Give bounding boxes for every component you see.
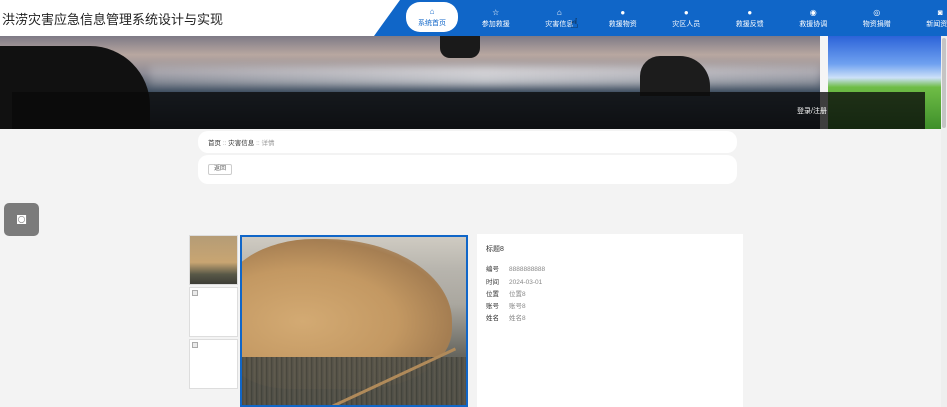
detail-row: 姓名 姓名8 bbox=[486, 312, 526, 322]
breadcrumb: 首页 :: 灾害信息 :: 详情 bbox=[198, 131, 737, 153]
banner-overlay-bar bbox=[12, 92, 925, 129]
detail-panel: 标题8 编号 8888888888 时间 2024-03-01 位置 位置8 账号 账号… bbox=[477, 234, 743, 407]
breadcrumb-home[interactable]: 首页 bbox=[208, 140, 221, 147]
nav-item-rescue-feedback[interactable]: ● 救援反馈 bbox=[718, 0, 782, 36]
nav-item-news[interactable]: ◙ 新闻资讯 bbox=[909, 0, 947, 36]
detail-value: 8888888888 bbox=[509, 266, 546, 273]
detail-label: 账号 bbox=[486, 303, 499, 310]
nav-item-label: 物资捐赠 bbox=[862, 20, 891, 28]
nav-item-label: 救援反馈 bbox=[735, 20, 764, 28]
thumbnail-list bbox=[189, 235, 238, 391]
detail-title: 标题8 bbox=[486, 246, 504, 253]
detail-row: 编号 8888888888 bbox=[486, 263, 545, 273]
nav-item-label: 新闻资讯 bbox=[926, 20, 947, 28]
thumbnail-image[interactable] bbox=[189, 339, 238, 389]
thumbnail-image[interactable] bbox=[189, 235, 238, 285]
detail-row: 账号 账号8 bbox=[486, 300, 526, 310]
nav-item-relief-supplies[interactable]: ● 救援物资 bbox=[591, 0, 655, 36]
breadcrumb-current: 详情 bbox=[261, 140, 275, 147]
nav-item-rescue-coordination[interactable]: ◉ 救援协调 bbox=[782, 0, 846, 36]
detail-value: 位置8 bbox=[509, 291, 526, 298]
nav-item-label: 参加救援 bbox=[481, 20, 510, 28]
main-preview-image bbox=[240, 235, 468, 407]
circle-icon: ● bbox=[683, 7, 689, 17]
detail-label: 编号 bbox=[486, 266, 499, 273]
action-bar: 返回 bbox=[198, 155, 737, 184]
thumbnail-image[interactable] bbox=[189, 287, 238, 337]
city-ground bbox=[242, 357, 466, 405]
circle-icon: ● bbox=[747, 7, 753, 17]
nav-item-label: 系统首页 bbox=[418, 19, 446, 27]
news-icon: ◙ bbox=[937, 7, 943, 17]
target-icon: ◉ bbox=[809, 7, 817, 17]
scrollbar-thumb[interactable] bbox=[942, 38, 946, 128]
star-icon: ☆ bbox=[492, 7, 500, 17]
banner-wave bbox=[150, 66, 820, 86]
home-icon: ⌂ bbox=[429, 6, 435, 16]
broken-image-icon bbox=[192, 290, 198, 296]
ring-icon: ◎ bbox=[873, 7, 881, 17]
detail-value: 账号8 bbox=[509, 303, 526, 310]
nav-item-join-rescue[interactable]: ☆ 参加救援 bbox=[464, 0, 528, 36]
screenshot-camera-button[interactable]: ◙ bbox=[4, 203, 39, 236]
nav-item-disaster-info[interactable]: ⌂ 灾害信息 bbox=[528, 0, 592, 36]
house-icon: ⌂ bbox=[556, 7, 562, 17]
detail-value: 姓名8 bbox=[509, 315, 526, 322]
detail-value: 2024-03-01 bbox=[509, 279, 543, 286]
circle-icon: ● bbox=[620, 7, 626, 17]
page-scrollbar[interactable] bbox=[941, 36, 947, 407]
detail-row: 时间 2024-03-01 bbox=[486, 276, 542, 286]
breadcrumb-separator: :: bbox=[222, 140, 227, 147]
breadcrumb-separator: :: bbox=[256, 140, 260, 147]
breadcrumb-section[interactable]: 灾害信息 bbox=[228, 140, 254, 147]
site-title: 洪涝灾害应急信息管理系统设计与实现 bbox=[2, 12, 224, 27]
nav-item-label: 救援物资 bbox=[608, 20, 637, 28]
nav-item-label: 救援协调 bbox=[799, 20, 828, 28]
nav-item-affected-people[interactable]: ● 灾区人员 bbox=[655, 0, 719, 36]
login-register-link[interactable]: 登录/注册 bbox=[797, 106, 827, 116]
main-nav: ⌂ 系统首页 ☆ 参加救援 ⌂ 灾害信息 ● 救援物资 ● 灾区人员 ● 救援反… bbox=[402, 0, 947, 36]
detail-label: 姓名 bbox=[486, 315, 499, 322]
detail-label: 位置 bbox=[486, 291, 499, 298]
back-button[interactable]: 返回 bbox=[208, 164, 232, 175]
broken-image-icon bbox=[192, 342, 198, 348]
banner-rock bbox=[440, 36, 480, 58]
nav-item-home[interactable]: ⌂ 系统首页 bbox=[406, 2, 458, 32]
camera-icon: ◙ bbox=[16, 210, 27, 228]
detail-row: 位置 位置8 bbox=[486, 288, 526, 298]
nav-item-donation[interactable]: ◎ 物资捐赠 bbox=[845, 0, 909, 36]
nav-item-label: 灾区人员 bbox=[672, 20, 701, 28]
pointer-cursor-icon: ☝ bbox=[570, 15, 579, 31]
detail-label: 时间 bbox=[486, 279, 499, 286]
hero-banner: 登录/注册 bbox=[0, 36, 947, 129]
